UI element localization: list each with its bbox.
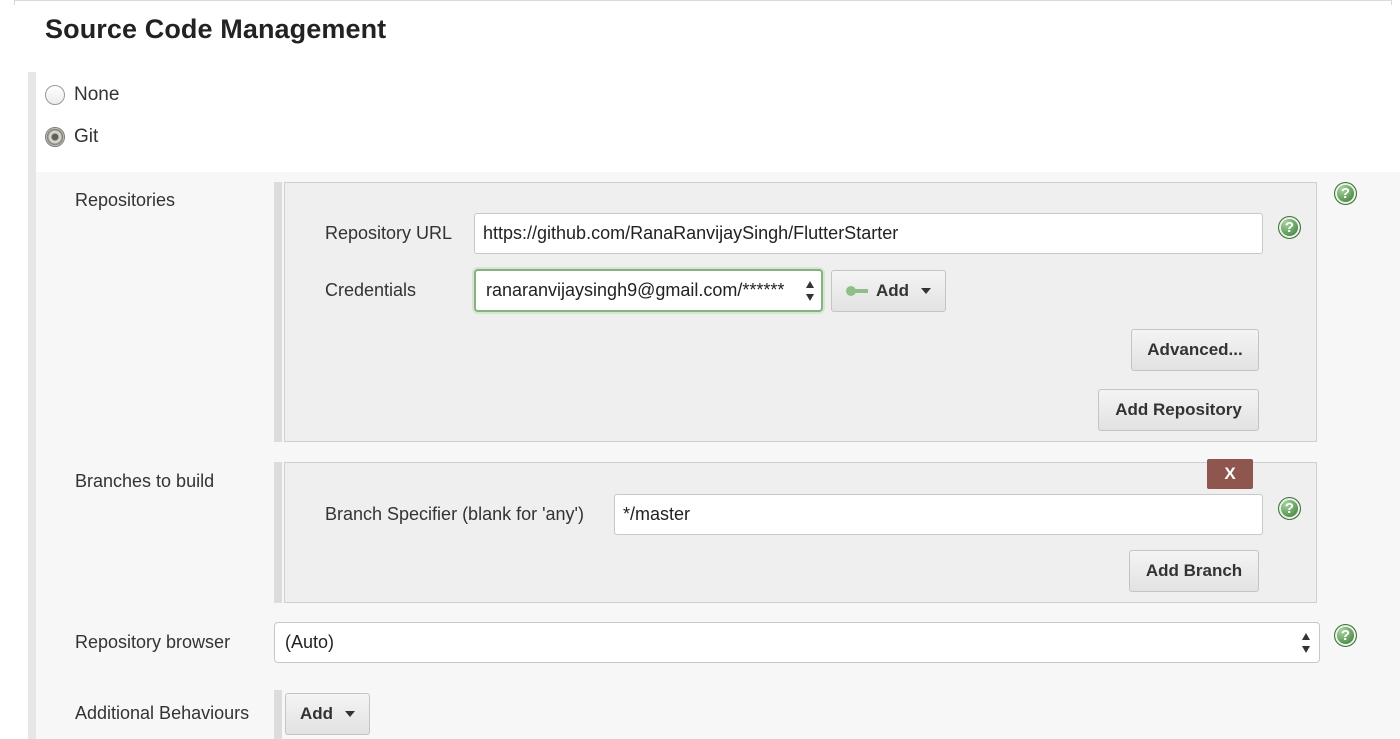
section-title: Source Code Management <box>45 14 387 44</box>
repositories-label: Repositories <box>75 190 176 210</box>
radio-none[interactable] <box>45 85 65 105</box>
radio-git-label: Git <box>74 126 99 147</box>
radio-git[interactable] <box>45 127 65 147</box>
repository-url-label: Repository URL <box>325 223 453 243</box>
section-top-border <box>14 0 1392 5</box>
repository-browser-select[interactable]: (Auto) <box>274 622 1320 663</box>
dropdown-caret-icon <box>345 711 356 717</box>
add-branch-button[interactable]: Add Branch <box>1129 550 1259 592</box>
section-rail <box>28 72 36 739</box>
credentials-value: ranaranvijaysingh9@gmail.com/****** <box>486 280 785 300</box>
credentials-add-label: Add <box>875 281 910 300</box>
additional-behaviours-add-button[interactable]: Add <box>285 693 370 735</box>
branch-specifier-label: Branch Specifier (blank for 'any') <box>325 504 584 524</box>
credentials-add-button[interactable]: Add <box>831 270 946 312</box>
select-arrows-icon <box>806 281 815 301</box>
radio-option-none[interactable]: None <box>45 84 119 106</box>
repository-browser-help-icon[interactable]: ? <box>1334 624 1357 647</box>
radio-option-git[interactable]: Git <box>45 126 98 148</box>
repository-browser-label: Repository browser <box>75 632 231 652</box>
select-arrows-icon <box>1302 633 1311 653</box>
advanced-button[interactable]: Advanced... <box>1131 329 1259 371</box>
branch-specifier-input[interactable]: */master <box>614 494 1263 535</box>
repository-url-input[interactable]: https://github.com/RanaRanvijaySingh/Flu… <box>474 213 1263 254</box>
add-repository-button[interactable]: Add Repository <box>1098 389 1259 431</box>
credentials-label: Credentials <box>325 280 417 300</box>
repository-browser-value: (Auto) <box>285 632 335 652</box>
radio-none-label: None <box>74 84 120 105</box>
repositories-rail <box>274 182 282 442</box>
repository-url-help-icon[interactable]: ? <box>1278 216 1301 239</box>
dropdown-caret-icon <box>921 288 932 294</box>
key-icon <box>845 285 868 297</box>
branch-specifier-help-icon[interactable]: ? <box>1278 497 1301 520</box>
additional-behaviours-rail <box>274 690 282 739</box>
repositories-help-icon[interactable]: ? <box>1334 182 1357 205</box>
credentials-select[interactable]: ranaranvijaysingh9@gmail.com/****** <box>474 269 823 312</box>
additional-behaviours-label: Additional Behaviours <box>75 703 250 723</box>
branches-rail <box>274 462 282 603</box>
delete-branch-button[interactable]: X <box>1207 459 1253 489</box>
branches-label: Branches to build <box>75 471 215 491</box>
additional-behaviours-add-label: Add <box>299 704 334 723</box>
